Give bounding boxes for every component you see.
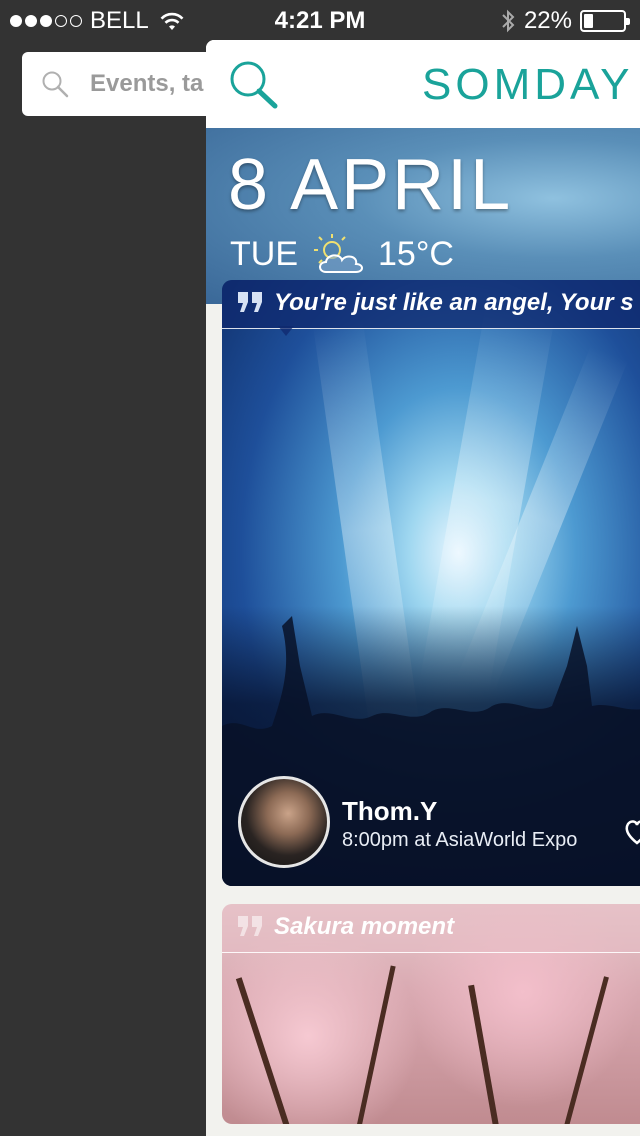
event-card[interactable]: Sakura moment [222,904,640,1124]
event-time-location: 8:00pm at AsiaWorld Expo [342,829,578,851]
battery-percent: 22% [523,7,572,34]
battery-icon [580,10,630,32]
event-info: Thom.Y 8:00pm at AsiaWorld Expo [342,796,577,852]
top-bar: SOMDAY [206,40,640,128]
avatar[interactable] [238,776,330,868]
quote-text: Sakura moment [274,913,455,940]
weather-row: TUE 15°C [230,232,454,276]
date-header: 8 APRIL TUE 15°C [206,128,640,304]
bluetooth-icon [502,9,515,33]
temperature: 15°C [378,234,454,273]
quote-bar: Sakura moment [222,904,640,953]
quote-icon [238,292,262,312]
artist-name: Thom.Y [342,796,438,826]
status-bar: BELL 4:21 PM 22% [0,0,640,40]
quote-text: You're just like an angel, Your s [274,289,634,316]
search-icon [42,71,69,98]
heart-icon[interactable] [622,816,640,846]
event-card[interactable]: You're just like an angel, Your s Thom.Y… [222,280,640,886]
quote-bar: You're just like an angel, Your s [222,280,640,329]
date-title: 8 APRIL [228,145,514,225]
quote-icon [238,916,262,936]
search-icon[interactable] [226,58,280,112]
search-input[interactable]: Events, ta [90,70,203,98]
weekday-label: TUE [230,234,298,273]
partly-cloudy-icon [314,234,363,273]
brand-logo: SOMDAY [422,60,634,109]
